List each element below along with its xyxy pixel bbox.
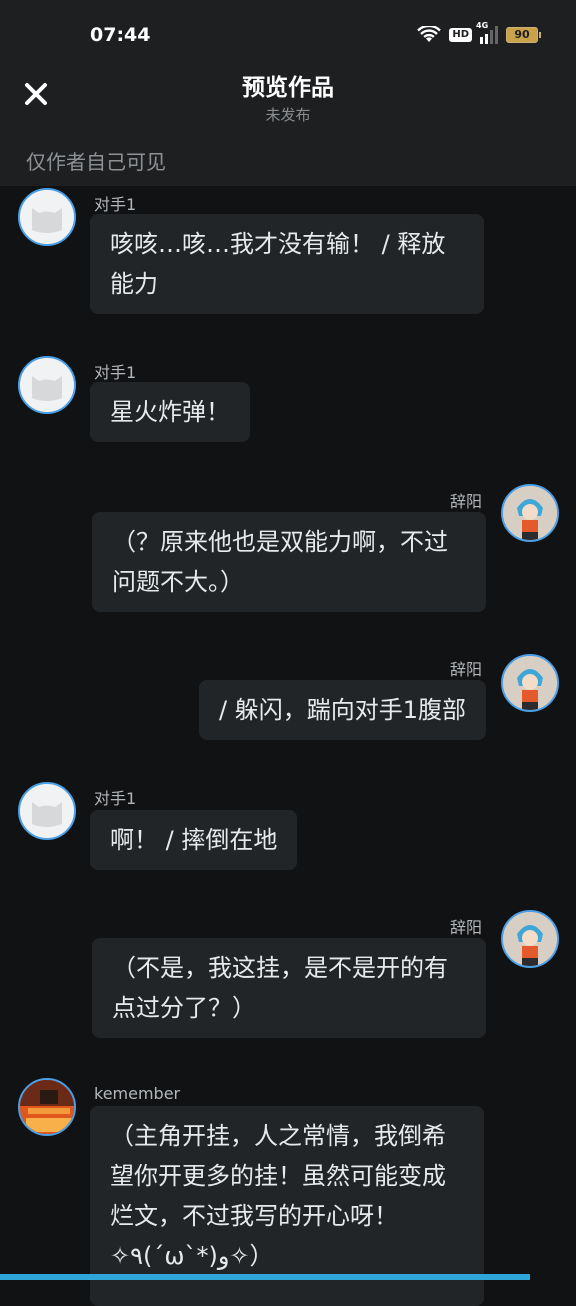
sender-name: 对手1 bbox=[94, 195, 137, 214]
character-avatar-icon bbox=[503, 486, 557, 540]
header: 预览作品 未发布 仅作者自己可见 bbox=[0, 64, 576, 186]
publish-status: 未发布 bbox=[265, 106, 311, 124]
sender-name: 辞阳 bbox=[449, 918, 482, 937]
cat-avatar-icon bbox=[20, 784, 74, 838]
default-cat-avatar[interactable] bbox=[18, 782, 76, 840]
character-avatar-icon bbox=[503, 912, 557, 966]
character-avatar[interactable] bbox=[501, 484, 559, 542]
sender-name: kemember bbox=[94, 1084, 181, 1103]
sender-name: 辞阳 bbox=[449, 492, 482, 511]
photo-avatar-icon bbox=[20, 1080, 74, 1134]
status-bar: 07:44 HD 4G 90 bbox=[0, 0, 576, 64]
message-bubble[interactable]: （不是，我这挂，是不是开的有点过分了？） bbox=[92, 938, 486, 1038]
scroll-progress-bar bbox=[0, 1274, 530, 1280]
battery-icon: 90 bbox=[506, 27, 541, 43]
battery-level: 90 bbox=[514, 28, 530, 41]
character-avatar[interactable] bbox=[501, 910, 559, 968]
visibility-note: 仅作者自己可见 bbox=[26, 150, 166, 174]
status-icons: HD 4G 90 bbox=[417, 21, 541, 44]
message-bubble[interactable]: 啊！ / 摔倒在地 bbox=[90, 810, 298, 870]
sender-name: 辞阳 bbox=[449, 660, 482, 679]
cat-avatar-icon bbox=[20, 190, 74, 244]
default-cat-avatar[interactable] bbox=[18, 356, 76, 414]
message-bubble[interactable]: （？原来他也是双能力啊，不过问题不大。） bbox=[92, 512, 486, 612]
chat-list[interactable]: 对手1 咳咳…咳…我才没有输！ / 释放能力 对手1 星火炸弹！ 辞阳 （？原来… bbox=[0, 186, 576, 1306]
cat-avatar-icon bbox=[20, 358, 74, 412]
sender-name: 对手1 bbox=[94, 363, 137, 382]
message-bubble[interactable]: 星火炸弹！ bbox=[90, 382, 250, 442]
message-bubble[interactable]: 咳咳…咳…我才没有输！ / 释放能力 bbox=[90, 214, 484, 314]
photo-avatar[interactable] bbox=[18, 1078, 76, 1136]
wifi-icon bbox=[417, 26, 442, 42]
message-bubble[interactable]: / 躲闪，踹向对手1腹部 bbox=[199, 680, 486, 740]
status-time: 07:44 bbox=[90, 24, 151, 46]
network-type: 4G bbox=[476, 21, 489, 30]
character-avatar[interactable] bbox=[501, 654, 559, 712]
sender-name: 对手1 bbox=[94, 789, 137, 808]
character-avatar-icon bbox=[503, 656, 557, 710]
page-title: 预览作品 bbox=[242, 75, 334, 101]
default-cat-avatar[interactable] bbox=[18, 188, 76, 246]
signal-icon: 4G bbox=[476, 21, 498, 44]
hd-badge: HD bbox=[449, 28, 472, 42]
